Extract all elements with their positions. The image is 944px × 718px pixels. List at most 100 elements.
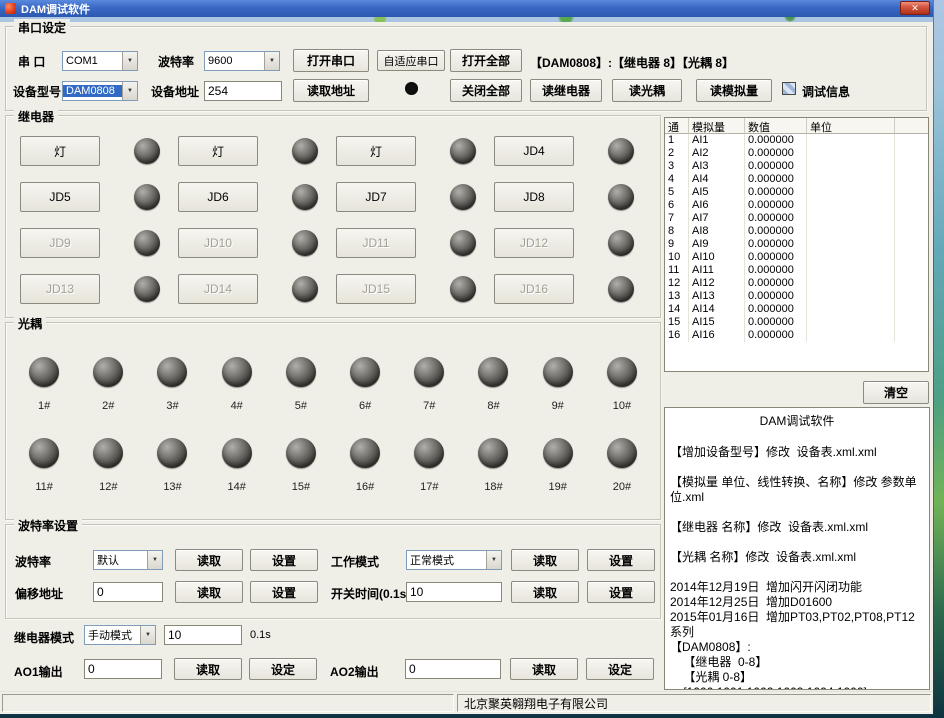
relay-indicator-light [608,138,634,164]
opto-cell: 20# [590,438,654,493]
opto-indicator-light [543,438,573,468]
ao1-output-label: AO1输出 [14,663,63,680]
clear-button[interactable]: 清空 [863,381,929,404]
relay-mode-select[interactable]: 手动模式 ▼ [84,625,156,645]
table-row: 15AI150.000000 [665,316,928,329]
port-select[interactable]: COM1 ▼ [62,51,138,71]
relay-indicator-light [450,184,476,210]
relay-button[interactable]: JD4 [494,136,574,166]
open-all-button[interactable]: 打开全部 [450,49,522,72]
relay-button[interactable]: 灯 [20,136,100,166]
opto-cell: 12# [76,438,140,493]
offset-read-button[interactable]: 读取 [175,581,243,603]
cell-channel: 11 [665,264,689,277]
cell-unit [807,199,895,212]
read-relay-button[interactable]: 读继电器 [530,79,602,102]
header-channel: 通 [665,118,689,134]
cell-value: 0.000000 [745,225,807,238]
relay-cell: JD14 [178,274,336,304]
relay-button[interactable]: JD15 [336,274,416,304]
relay-button[interactable]: JD16 [494,274,574,304]
relay-button[interactable]: 灯 [336,136,416,166]
table-row: 5AI50.000000 [665,186,928,199]
ao2-output-label: AO2输出 [330,663,379,680]
relay-button[interactable]: JD8 [494,182,574,212]
cell-value: 0.000000 [745,303,807,316]
log-output[interactable]: DAM调试软件 【增加设备型号】修改 设备表.xml.xml 【模拟量 单位、线… [664,407,930,690]
ao2-set-button[interactable]: 设定 [586,658,654,680]
opto-cell: 13# [140,438,204,493]
read-analog-button[interactable]: 读模拟量 [696,79,772,102]
work-mode-select[interactable]: 正常模式 ▼ [406,550,502,570]
relay-button[interactable]: JD7 [336,182,416,212]
relay-time-input[interactable] [164,625,242,645]
ao2-read-button[interactable]: 读取 [510,658,578,680]
cell-name: AI12 [689,277,745,290]
cell-extra [895,238,928,251]
relay-indicator-light [134,138,160,164]
relay-group: 继电器 灯 灯 灯 JD4 JD5 [5,115,661,318]
cell-name: AI3 [689,160,745,173]
work-mode-set-button[interactable]: 设置 [587,549,655,571]
adaptive-serial-button[interactable]: 自适应串口 [377,50,445,71]
ao2-output-input[interactable] [405,659,501,679]
titlebar[interactable]: DAM调试软件 ✕ [0,0,933,17]
cell-extra [895,264,928,277]
ao1-output-input[interactable] [84,659,162,679]
cell-unit [807,212,895,225]
ao1-set-button[interactable]: 设定 [249,658,317,680]
relay-button[interactable]: JD5 [20,182,100,212]
switch-time-set-button[interactable]: 设置 [587,581,655,603]
relay-cell: JD7 [336,182,494,212]
model-value: DAM0808 [63,85,122,97]
status-indicator-dot [405,82,418,95]
client-area: 串口设定 串 口 COM1 ▼ 波特率 9600 ▼ 打开串口 自适应串口 打开… [0,22,933,714]
cell-extra [895,251,928,264]
close-button[interactable]: ✕ [900,1,930,15]
relay-button[interactable]: JD9 [20,228,100,258]
device-summary: 【DAM0808】:【继电器 8】【光耦 8】 [530,54,734,71]
relay-button[interactable]: JD6 [178,182,258,212]
relay-button[interactable]: JD10 [178,228,258,258]
opto-label: 5# [295,400,307,412]
opto-label: 15# [292,481,310,493]
relay-cell: 灯 [178,136,336,166]
baud-set-button[interactable]: 设置 [250,549,318,571]
offset-set-button[interactable]: 设置 [250,581,318,603]
read-address-button[interactable]: 读取地址 [293,79,369,102]
baud-read-button[interactable]: 读取 [175,549,243,571]
table-row: 16AI160.000000 [665,329,928,342]
cell-unit [807,238,895,251]
relay-button[interactable]: JD12 [494,228,574,258]
read-opto-button[interactable]: 读光耦 [612,79,682,102]
opto-indicator-light [350,357,380,387]
offset-address-label: 偏移地址 [15,585,63,602]
statusbar-panel-right: 北京聚英翱翔电子有限公司 [457,694,931,712]
cell-unit [807,147,895,160]
model-select[interactable]: DAM0808 ▼ [62,81,138,101]
baud-rate-select[interactable]: 默认 ▼ [93,550,163,570]
cell-unit [807,251,895,264]
opto-label: 13# [163,481,181,493]
open-serial-button[interactable]: 打开串口 [293,49,369,72]
switch-time-input[interactable] [406,582,502,602]
relay-button[interactable]: JD13 [20,274,100,304]
close-all-button[interactable]: 关闭全部 [450,79,522,102]
cell-value: 0.000000 [745,316,807,329]
offset-address-input[interactable] [93,582,163,602]
work-mode-read-button[interactable]: 读取 [511,549,579,571]
debug-info-checkbox[interactable] [782,82,796,95]
ao1-read-button[interactable]: 读取 [174,658,242,680]
cell-value: 0.000000 [745,212,807,225]
opto-label: 17# [420,481,438,493]
relay-button[interactable]: 灯 [178,136,258,166]
relay-button[interactable]: JD11 [336,228,416,258]
opto-label: 3# [166,400,178,412]
relay-cell: JD11 [336,228,494,258]
device-address-input[interactable] [204,81,282,101]
relay-button[interactable]: JD14 [178,274,258,304]
switch-time-read-button[interactable]: 读取 [511,581,579,603]
baud-select[interactable]: 9600 ▼ [204,51,280,71]
cell-channel: 8 [665,225,689,238]
cell-unit [807,134,895,147]
